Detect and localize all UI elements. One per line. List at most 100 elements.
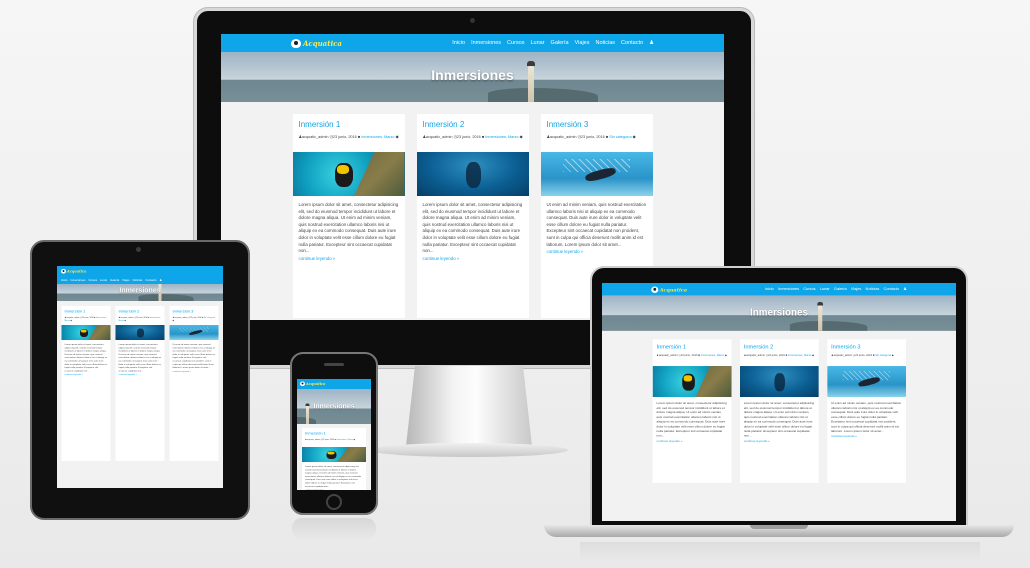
nav-item[interactable]: Viajes	[851, 287, 861, 291]
nav-item[interactable]: Lunar	[100, 279, 107, 282]
post-excerpt: Ut enim ad minim veniam, quis nostrud ex…	[172, 343, 216, 369]
site-navbar: Acquatica	[297, 379, 371, 389]
nav-item[interactable]: Contacto	[145, 279, 156, 282]
post-date: 23 junio, 2016	[189, 316, 202, 319]
post-title[interactable]: Inmersión 1	[299, 120, 399, 129]
read-more-link[interactable]: continue leyendo »	[657, 439, 727, 443]
nav-item[interactable]: Noticias	[595, 40, 615, 46]
diver-photo[interactable]	[115, 325, 165, 340]
diver-photo[interactable]	[416, 152, 529, 196]
post-card: Inmersión 1 ♟acquatic_admin ◷23 junio, 20…	[61, 306, 111, 461]
page-hero-banner: Inmersiones	[297, 389, 371, 424]
post-categories[interactable]: Sin categoría	[609, 135, 631, 139]
site-logo[interactable]: Acquatica	[651, 286, 687, 293]
site-logo[interactable]: Acquatica	[300, 381, 325, 386]
nav-item[interactable]: Viajes	[122, 279, 129, 282]
nav-item[interactable]: Noticias	[133, 279, 143, 282]
nav-item[interactable]: Galería	[110, 279, 119, 282]
fish-logo-icon	[651, 286, 659, 293]
nav-item[interactable]: Cursos	[803, 287, 815, 291]
post-title[interactable]: Inmersión 3	[547, 120, 647, 129]
diver-photo[interactable]	[302, 447, 366, 462]
post-categories[interactable]: Inmersiones, Marzo	[485, 135, 518, 139]
nav-item[interactable]: Lunar	[530, 40, 544, 46]
read-more-link[interactable]: continue leyendo »	[547, 249, 647, 254]
fish-logo-icon	[291, 38, 301, 48]
nav-item[interactable]: Cursos	[88, 279, 97, 282]
page-hero-banner: Inmersiones	[602, 295, 956, 331]
post-categories[interactable]: Inmersiones, Marzo	[701, 354, 724, 357]
post-meta: ♟acquatic_admin ◷23 junio, 2016 ■ Sin ca…	[173, 317, 216, 324]
post-author[interactable]: acquatic_admin	[66, 317, 79, 319]
diver-photo[interactable]	[826, 366, 906, 398]
site-logo[interactable]: Acquatica	[291, 38, 342, 48]
read-more-link[interactable]: continue leyendo »	[744, 439, 814, 443]
diver-photo[interactable]	[739, 366, 819, 398]
diver-photo[interactable]	[292, 152, 405, 196]
logo-text: Acquatica	[67, 269, 87, 274]
tablet-mockup: Acquatica Inicio Inmersiones Cursos Lunar Gal…	[30, 240, 250, 520]
post-title[interactable]: Inmersión 2	[744, 344, 814, 350]
site-logo[interactable]: Acquatica	[61, 269, 86, 274]
post-author[interactable]: acquatic_admin	[302, 135, 329, 139]
post-author[interactable]: acquatic_admin	[550, 135, 577, 139]
tag-icon: ◆	[519, 135, 523, 139]
post-title[interactable]: Inmersión 1	[305, 431, 363, 436]
read-more-link[interactable]: continue leyendo »	[119, 373, 162, 376]
post-title[interactable]: Inmersión 2	[119, 309, 162, 314]
post-meta: ♟acquatic_admin ◷23 junio, 2016 ■ Sin ca…	[831, 354, 901, 364]
post-date: 23 junio, 2016	[135, 316, 148, 319]
nav-item[interactable]: Contacto	[621, 40, 643, 46]
post-categories[interactable]: Inmersiones, Marzo	[361, 135, 394, 139]
post-categories[interactable]: Sin categoría	[875, 354, 891, 357]
read-more-link[interactable]: continue leyendo »	[423, 256, 523, 261]
user-icon[interactable]: ♟	[903, 287, 906, 291]
post-categories[interactable]: Sin categoría	[204, 317, 215, 319]
read-more-link[interactable]: continue leyendo »	[831, 434, 901, 438]
post-categories[interactable]: Inmersiones, Marzo	[336, 439, 353, 441]
folder-icon: ■	[481, 135, 485, 139]
nav-item[interactable]: Noticias	[866, 287, 880, 291]
post-author[interactable]: acquatic_admin	[307, 439, 320, 441]
post-title[interactable]: Inmersión 3	[173, 309, 216, 314]
diver-photo[interactable]	[169, 325, 219, 340]
user-icon[interactable]: ♟	[159, 279, 161, 282]
user-icon[interactable]: ♟	[649, 40, 654, 46]
post-title[interactable]: Inmersión 3	[831, 344, 901, 350]
nav-item[interactable]: Inicio	[452, 40, 465, 46]
nav-item[interactable]: Galería	[834, 287, 847, 291]
post-categories[interactable]: Inmersiones, Marzo	[788, 354, 811, 357]
post-author[interactable]: acquatic_admin	[426, 135, 453, 139]
post-author[interactable]: acquatic_admin	[120, 317, 133, 319]
post-author[interactable]: acquatic_admin	[659, 354, 678, 357]
post-excerpt: Ut enim ad minim veniam, quis nostrud ex…	[546, 202, 647, 247]
post-title[interactable]: Inmersión 2	[423, 120, 523, 129]
post-title[interactable]: Inmersión 1	[65, 309, 108, 314]
post-author[interactable]: acquatic_admin	[833, 354, 852, 357]
nav-item[interactable]: Galería	[551, 40, 569, 46]
post-list: Inmersión 1 ♟acquatic_admin ◷23 junio, 20…	[61, 306, 219, 461]
read-more-link[interactable]: continue leyendo »	[65, 373, 108, 376]
read-more-link[interactable]: continue leyendo »	[305, 489, 363, 490]
nav-item[interactable]: Inmersiones	[778, 287, 799, 291]
nav-item[interactable]: Inmersiones	[70, 279, 85, 282]
hero-rock	[789, 321, 868, 331]
read-more-link[interactable]: continue leyendo »	[173, 370, 216, 373]
read-more-link[interactable]: continue leyendo »	[299, 256, 399, 261]
diver-photo[interactable]	[652, 366, 732, 398]
phone-home-button[interactable]	[326, 494, 342, 510]
nav-item[interactable]: Viajes	[575, 40, 590, 46]
nav-item[interactable]: Cursos	[507, 40, 524, 46]
nav-item[interactable]: Inicio	[765, 287, 774, 291]
post-date: 23 junio, 2016	[456, 135, 481, 139]
diver-photo[interactable]	[61, 325, 111, 340]
nav-item[interactable]: Contacto	[884, 287, 899, 291]
post-author[interactable]: acquatic_admin	[174, 317, 187, 319]
nav-item[interactable]: Inicio	[61, 279, 67, 282]
post-title[interactable]: Inmersión 1	[657, 344, 727, 350]
diver-figure	[137, 328, 144, 338]
nav-item[interactable]: Inmersiones	[471, 40, 501, 46]
diver-photo[interactable]	[540, 152, 653, 196]
post-author[interactable]: acquatic_admin	[746, 354, 765, 357]
nav-item[interactable]: Lunar	[820, 287, 830, 291]
